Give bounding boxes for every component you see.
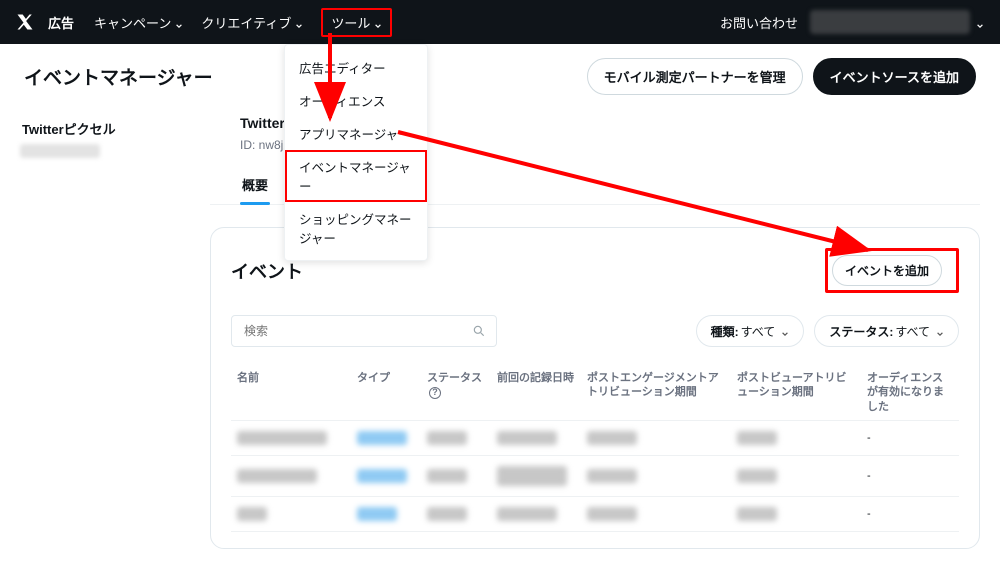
type-filter-value: すべて [741, 323, 776, 340]
nav-campaigns[interactable]: キャンペーン [94, 13, 183, 32]
search-icon [472, 324, 486, 338]
col-audience-enabled: オーディエンスが有効になりました [861, 363, 959, 420]
nav-tools[interactable]: ツール [321, 8, 392, 37]
cell-audience: - [861, 420, 959, 455]
type-filter[interactable]: 種類: すべて [696, 315, 805, 347]
x-logo-icon [16, 13, 34, 31]
help-icon[interactable]: ? [429, 387, 441, 399]
table-row[interactable]: - [231, 496, 959, 531]
col-post-engagement: ポストエンゲージメントアトリビューション期間 [581, 363, 731, 420]
status-filter[interactable]: ステータス: すべて [814, 315, 959, 347]
events-search[interactable] [231, 315, 497, 347]
table-row[interactable]: - [231, 455, 959, 496]
chevron-down-icon [936, 327, 944, 335]
sidebar-sub-redacted [20, 144, 100, 158]
chevron-down-icon [175, 18, 183, 26]
cell-audience: - [861, 496, 959, 531]
add-event-button[interactable]: イベントを追加 [832, 255, 942, 286]
type-filter-label: 種類: [711, 323, 739, 340]
manage-mobile-partner-button[interactable]: モバイル測定パートナーを管理 [587, 58, 803, 95]
chevron-down-icon [976, 18, 984, 26]
dd-app-manager[interactable]: アプリマネージャー [285, 117, 427, 150]
status-filter-label: ステータス: [829, 323, 893, 340]
events-card: イベント イベントを追加 種類: すべて [210, 227, 980, 549]
dd-event-manager[interactable]: イベントマネージャー [285, 150, 427, 202]
sidebar: Twitterピクセル [0, 113, 200, 158]
events-search-input[interactable] [242, 323, 472, 339]
sidebar-item-pixel[interactable]: Twitterピクセル [12, 113, 200, 144]
pixel-id-label: ID: nw8j2 [240, 138, 290, 152]
dd-ad-editor[interactable]: 広告エディター [285, 51, 427, 84]
col-name: 名前 [231, 363, 351, 420]
nav-brand: 広告 [48, 13, 74, 32]
nav-tools-label: ツール [331, 13, 370, 32]
events-card-title: イベント [231, 258, 303, 284]
status-filter-value: すべて [895, 323, 930, 340]
dd-audiences[interactable]: オーディエンス [285, 84, 427, 117]
page-title: イベントマネージャー [24, 63, 213, 90]
chevron-down-icon [781, 327, 789, 335]
add-event-source-button[interactable]: イベントソースを追加 [813, 58, 976, 95]
table-row[interactable]: - [231, 420, 959, 455]
col-last-recorded: 前回の記録日時 [491, 363, 581, 420]
col-type: タイプ [351, 363, 421, 420]
nav-creative[interactable]: クリエイティブ [201, 13, 303, 32]
nav-contact[interactable]: お問い合わせ [720, 13, 798, 32]
add-event-highlight: イベントを追加 [825, 248, 959, 293]
nav-campaigns-label: キャンペーン [94, 13, 171, 32]
col-post-view: ポストビューアトリビューション期間 [731, 363, 861, 420]
chevron-down-icon [374, 18, 382, 26]
tools-dropdown: 広告エディター オーディエンス アプリマネージャー イベントマネージャー ショッ… [284, 44, 428, 261]
dd-shopping-manager[interactable]: ショッピングマネージャー [285, 202, 427, 254]
account-switcher[interactable] [810, 10, 970, 34]
tab-overview[interactable]: 概要 [240, 167, 270, 204]
col-status: ステータス ? [421, 363, 491, 420]
cell-audience: - [861, 455, 959, 496]
chevron-down-icon [295, 18, 303, 26]
page-header: イベントマネージャー モバイル測定パートナーを管理 イベントソースを追加 [0, 44, 1000, 113]
nav-creative-label: クリエイティブ [201, 13, 291, 32]
top-nav: 広告 キャンペーン クリエイティブ ツール お問い合わせ [0, 0, 1000, 44]
events-table: 名前 タイプ ステータス ? 前回の記録日時 ポストエンゲージメントアトリビュー… [231, 363, 959, 532]
